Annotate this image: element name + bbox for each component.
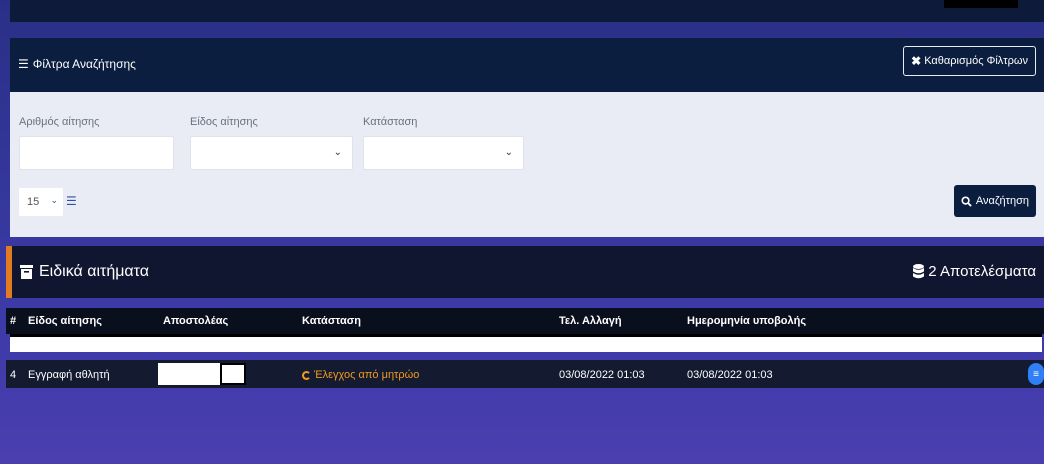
request-type-select[interactable]: ⌄: [190, 136, 353, 170]
sliders-icon: ☰: [18, 57, 29, 71]
list-icon: ☰: [66, 194, 77, 208]
row-id: 4: [10, 369, 17, 381]
chevron-down-icon: ⌄: [50, 195, 58, 205]
chevron-down-icon: ⌄: [504, 147, 513, 158]
row-menu-button[interactable]: ≡: [1028, 363, 1044, 385]
row-submitted: 03/08/2022 01:03: [687, 369, 773, 381]
col-header-number: #: [10, 315, 17, 327]
col-header-last-change: Τελ. Αλλαγή: [559, 315, 622, 327]
clear-filters-button[interactable]: ✖ Καθαρισμός Φίλτρων: [903, 46, 1036, 76]
redacted-block: [944, 0, 1018, 8]
row-last-change: 03/08/2022 01:03: [559, 369, 645, 381]
col-header-sender: Αποστολέας: [163, 315, 229, 327]
row-status: Έλεγχος από μητρώο: [302, 369, 419, 381]
search-icon: [961, 195, 972, 207]
redacted-sender: [158, 363, 224, 385]
col-header-submitted: Ημερομηνία υποβολής: [687, 315, 807, 327]
request-number-input[interactable]: [19, 136, 174, 170]
table-header: # Είδος αίτησης Αποστολέας Κατάσταση Τελ…: [6, 308, 1044, 334]
status-select[interactable]: ⌄: [363, 136, 524, 170]
chevron-down-icon: ⌄: [333, 147, 342, 158]
redacted-sender: [220, 363, 246, 385]
close-icon: ✖: [911, 54, 922, 68]
results-count: 2 Αποτελέσματα: [913, 263, 1036, 280]
results-header: Ειδικά αιτήματα 2 Αποτελέσματα: [6, 246, 1044, 298]
filters-panel: Αριθμός αίτησης Είδος αίτησης ⌄ Κατάστασ…: [10, 92, 1044, 237]
database-icon: [913, 264, 925, 279]
request-type-label: Είδος αίτησης: [190, 116, 258, 128]
status-label: Κατάσταση: [363, 116, 418, 128]
results-title: Ειδικά αιτήματα: [20, 263, 149, 281]
search-button[interactable]: Αναζήτηση: [953, 185, 1036, 217]
col-header-type: Είδος αίτησης: [28, 315, 102, 327]
filters-title: ☰ Φίλτρα Αναζήτησης: [18, 57, 136, 71]
spinner-icon: [302, 370, 311, 380]
table-row-blank: [10, 334, 1042, 352]
filters-header: ☰ Φίλτρα Αναζήτησης ✖ Καθαρισμός Φίλτρων: [10, 38, 1044, 92]
menu-icon: ≡: [1033, 368, 1039, 380]
page-size-select[interactable]: 15 ⌄: [19, 188, 63, 216]
archive-icon: [20, 265, 33, 279]
top-navbar: [10, 0, 1044, 22]
col-header-status: Κατάσταση: [302, 315, 361, 327]
table-row[interactable]: 4 Εγγραφή αθλητή Έλεγχος από μητρώο 03/0…: [6, 360, 1044, 388]
request-number-label: Αριθμός αίτησης: [19, 116, 100, 128]
row-type: Εγγραφή αθλητή: [28, 369, 110, 381]
